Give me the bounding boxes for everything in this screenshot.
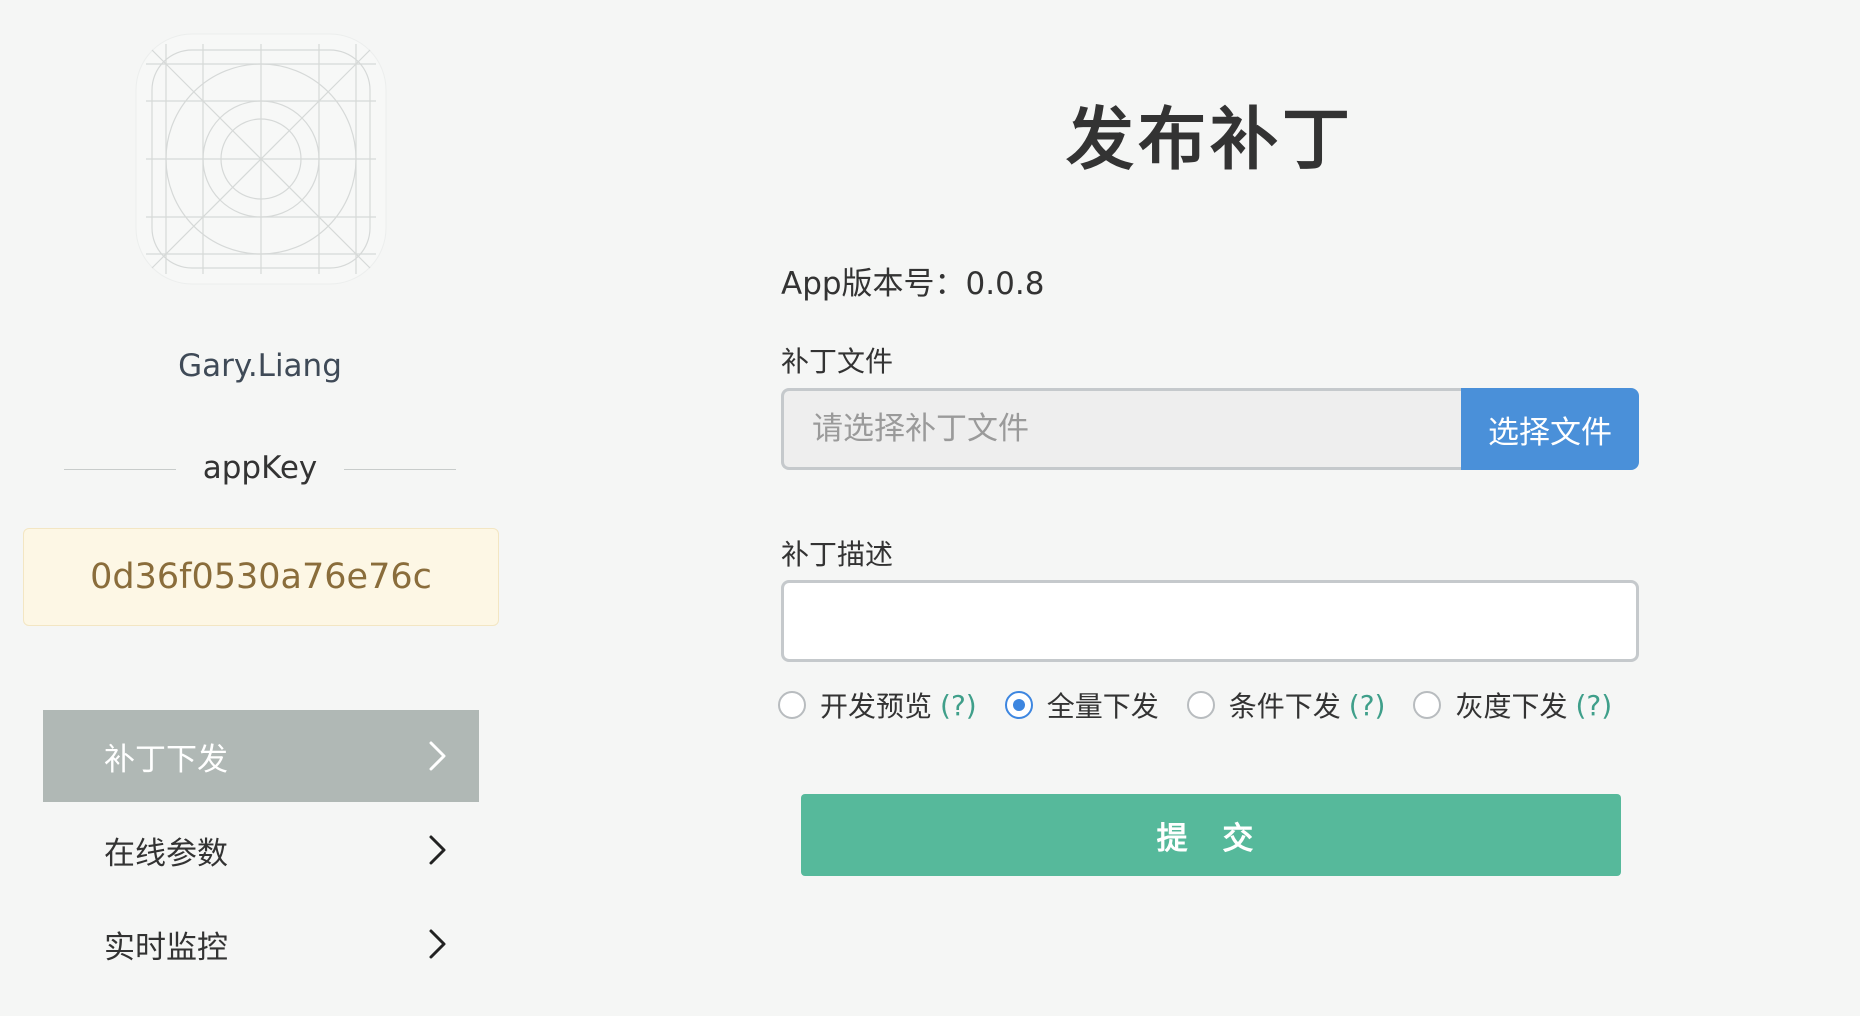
chevron-right-icon — [429, 929, 446, 959]
release-mode-radio-group: 开发预览 (?) 全量下发 条件下发 (?) 灰度下发 (?) — [778, 684, 1640, 726]
sidebar-item-label: 实时监控 — [104, 929, 228, 966]
sidebar-item-patch-release[interactable]: 补丁下发 — [43, 710, 479, 802]
radio-label: 全量下发 — [1046, 690, 1159, 723]
chevron-right-icon — [429, 741, 446, 771]
app-version: App版本号：0.0.8 — [781, 266, 1045, 302]
radio-button[interactable] — [1186, 691, 1215, 719]
radio-full-release[interactable]: 全量下发 — [1004, 685, 1159, 725]
radio-button-checked[interactable] — [1004, 691, 1033, 719]
page-title: 发布补丁 — [1065, 101, 1354, 180]
help-link[interactable]: (?) — [1349, 689, 1386, 722]
patch-file-group: 选择文件 — [781, 388, 1639, 470]
sidebar-item-label: 在线参数 — [104, 835, 228, 872]
radio-label: 开发预览 — [820, 690, 933, 723]
help-link[interactable]: (?) — [940, 689, 977, 722]
sidebar-item-realtime-monitor[interactable]: 实时监控 — [43, 898, 479, 990]
username: Gary.Liang — [178, 348, 342, 384]
radio-label: 条件下发 — [1228, 690, 1341, 723]
radio-gray-release[interactable]: 灰度下发 (?) — [1413, 685, 1612, 725]
patch-file-label: 补丁文件 — [781, 345, 894, 378]
appkey-divider: appKey — [64, 446, 456, 492]
radio-button[interactable] — [1413, 691, 1442, 719]
radio-label: 灰度下发 — [1455, 690, 1568, 723]
help-link[interactable]: (?) — [1576, 689, 1613, 722]
chevron-right-icon — [429, 835, 446, 865]
appkey-label: appKey — [202, 450, 318, 486]
radio-dev-preview[interactable]: 开发预览 (?) — [778, 685, 977, 725]
radio-conditional-release[interactable]: 条件下发 (?) — [1186, 685, 1386, 725]
main-panel: 发布补丁 App版本号：0.0.8 补丁文件 选择文件 补丁描述 开发预览 (?… — [520, 0, 1860, 1016]
choose-file-button[interactable]: 选择文件 — [1461, 388, 1639, 470]
submit-button[interactable]: 提 交 — [801, 794, 1621, 876]
app-icon-placeholder — [134, 32, 388, 286]
divider-line-right — [344, 469, 456, 470]
sidebar-nav: 补丁下发 在线参数 实时监控 — [43, 710, 479, 992]
patch-desc-input[interactable] — [781, 580, 1639, 662]
patch-desc-label: 补丁描述 — [781, 538, 894, 571]
app-icon-grid-icon — [135, 33, 387, 285]
sidebar-item-label: 补丁下发 — [104, 741, 228, 778]
appkey-value-box: 0d36f0530a76e76c — [23, 528, 499, 626]
radio-button[interactable] — [778, 691, 806, 719]
patch-file-input[interactable] — [781, 388, 1461, 470]
sidebar: Gary.Liang appKey 0d36f0530a76e76c 补丁下发 … — [0, 0, 520, 1016]
sidebar-item-online-params[interactable]: 在线参数 — [43, 804, 479, 896]
